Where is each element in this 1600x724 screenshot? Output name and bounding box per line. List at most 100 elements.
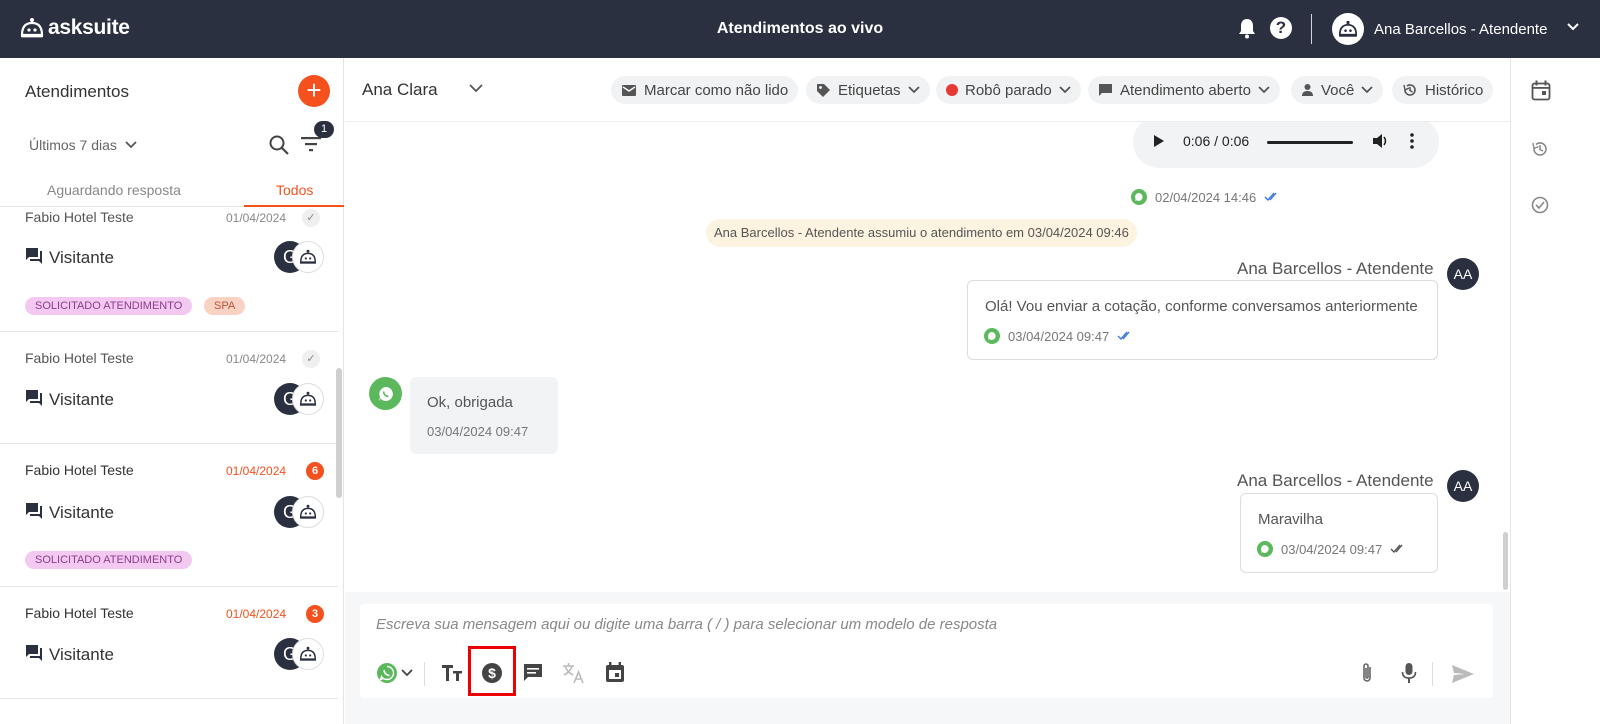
audio-time: 0:06 / 0:06	[1183, 133, 1250, 149]
whatsapp-icon	[377, 663, 397, 683]
double-check-icon	[1390, 544, 1403, 554]
user-avatar[interactable]	[1332, 13, 1364, 45]
volume-icon[interactable]	[1371, 132, 1389, 150]
top-bar: asksuite Atendimentos ao vivo ? Ana Barc…	[0, 0, 1600, 58]
tag-icon	[817, 83, 830, 97]
bot-icon	[299, 504, 317, 519]
message-time: 03/04/2024 09:47	[1281, 541, 1383, 557]
conversation-item[interactable]: Fabio Hotel Teste 01/04/2024 3 Visitante…	[0, 587, 338, 699]
asksuite-logo[interactable]: asksuite	[20, 16, 130, 40]
chevron-down-icon	[1059, 86, 1071, 94]
message-icon	[1099, 83, 1112, 96]
outgoing-message: Maravilha 03/04/2024 09:47	[1240, 493, 1438, 573]
tag-badge: SOLICITADO ATENDIMENTO	[25, 297, 193, 315]
visitor-label: Visitante	[49, 503, 114, 522]
agent-avatar: AA	[1447, 470, 1479, 502]
tags-button[interactable]: Etiquetas	[806, 76, 930, 104]
chevron-down-icon	[1361, 86, 1374, 94]
logo-text: asksuite	[48, 16, 130, 39]
conversation-list-scrollbar[interactable]	[336, 368, 342, 498]
microphone-icon[interactable]	[1401, 662, 1417, 684]
bell-icon[interactable]	[1237, 17, 1257, 39]
history-label: Histórico	[1425, 81, 1484, 99]
play-icon[interactable]	[1153, 134, 1165, 148]
more-options-icon[interactable]	[1410, 132, 1414, 150]
visitor-label: Visitante	[49, 248, 114, 267]
channel-selector[interactable]	[376, 662, 413, 684]
message-text: Maravilha	[1258, 511, 1324, 528]
conversation-name: Fabio Hotel Teste	[25, 605, 134, 621]
add-conversation-button[interactable]: +	[298, 75, 330, 107]
attachment-icon[interactable]	[1360, 662, 1374, 684]
conversation-date: 01/04/2024	[226, 211, 287, 225]
conversation-item[interactable]: Fabio Hotel Teste 01/04/2024 ✓ Visitante…	[0, 207, 338, 332]
translate-icon[interactable]	[562, 662, 586, 684]
chat-icon	[26, 390, 42, 406]
whatsapp-icon	[378, 386, 393, 401]
history-icon[interactable]	[1531, 140, 1549, 158]
read-check-icon: ✓	[302, 209, 320, 227]
bot-logo-icon	[20, 18, 44, 38]
chat-header: Ana Clara Marcar como não lido Etiquetas…	[345, 58, 1510, 122]
conversation-name: Fabio Hotel Teste	[25, 462, 134, 478]
user-name[interactable]: Ana Barcellos - Atendente	[1374, 21, 1547, 38]
chat-icon	[26, 503, 42, 519]
audio-progress-bar[interactable]	[1267, 141, 1353, 144]
history-button[interactable]: Histórico	[1392, 76, 1494, 104]
contact-name[interactable]: Ana Clara	[362, 80, 438, 100]
message-time: 03/04/2024 09:47	[427, 424, 529, 439]
message-text: Olá! Vou enviar a cotação, conforme conv…	[985, 298, 1418, 315]
tags-label: Etiquetas	[838, 81, 901, 99]
chevron-down-icon	[125, 141, 137, 149]
assignee-button[interactable]: Você	[1291, 76, 1384, 104]
system-message: Ana Barcellos - Atendente assumiu o aten…	[706, 219, 1137, 247]
message-meta: 03/04/2024 09:47	[984, 328, 1133, 344]
agent-avatar: AA	[1447, 258, 1479, 290]
conversation-name: Fabio Hotel Teste	[25, 350, 134, 366]
calendar-icon[interactable]	[605, 662, 625, 683]
robot-status-label: Robô parado	[965, 81, 1052, 99]
send-icon[interactable]	[1451, 664, 1475, 684]
message-input[interactable]	[376, 616, 1476, 633]
conversation-item[interactable]: Fabio Hotel Teste 01/04/2024 ✓ Visitante…	[0, 332, 338, 444]
unread-count-badge: 6	[306, 462, 324, 480]
unread-count-badge: 3	[306, 605, 324, 623]
conversation-date: 01/04/2024	[226, 464, 287, 478]
mark-unread-button[interactable]: Marcar como não lido	[611, 76, 799, 104]
sender-name: Ana Barcellos - Atendente	[1237, 471, 1434, 490]
bot-icon	[299, 391, 317, 406]
check-circle-icon[interactable]	[1531, 196, 1549, 214]
quick-reply-icon[interactable]	[523, 663, 543, 683]
chevron-down-icon	[401, 669, 413, 677]
attendance-status-label: Atendimento aberto	[1120, 81, 1251, 99]
message-meta: 03/04/2024 09:47	[427, 424, 528, 439]
message-time: 02/04/2024 14:46	[1155, 189, 1257, 205]
outgoing-message: Olá! Vou enviar a cotação, conforme conv…	[967, 280, 1438, 360]
search-icon[interactable]	[268, 134, 290, 156]
robot-status-button[interactable]: Robô parado	[936, 76, 1081, 104]
bot-avatar	[292, 383, 324, 415]
assignee-label: Você	[1321, 81, 1355, 99]
tab-all[interactable]: Todos	[276, 182, 313, 198]
whatsapp-icon	[1257, 541, 1273, 557]
help-icon[interactable]: ?	[1270, 17, 1292, 39]
calendar-icon[interactable]	[1531, 80, 1551, 101]
chevron-down-icon[interactable]	[469, 84, 483, 93]
tag-badge: SOLICITADO ATENDIMENTO	[25, 551, 193, 569]
audio-player[interactable]: 0:06 / 0:06	[1133, 122, 1439, 168]
tab-awaiting-response[interactable]: Aguardando resposta	[47, 182, 181, 198]
mail-icon	[622, 85, 636, 96]
bot-avatar	[292, 496, 324, 528]
filter-icon[interactable]	[300, 136, 322, 152]
period-filter[interactable]: Últimos 7 dias	[29, 137, 137, 153]
message-text: Ok, obrigada	[427, 394, 513, 411]
attendance-status-button[interactable]: Atendimento aberto	[1088, 76, 1280, 104]
header-divider	[1311, 14, 1312, 44]
chevron-down-icon[interactable]	[1566, 22, 1580, 32]
visitor-label: Visitante	[49, 645, 114, 664]
composer: $	[360, 604, 1493, 698]
chevron-down-icon	[907, 86, 920, 94]
text-format-icon[interactable]	[441, 664, 463, 682]
message-list-scrollbar[interactable]	[1503, 532, 1508, 590]
conversation-item[interactable]: Fabio Hotel Teste 01/04/2024 6 Visitante…	[0, 444, 338, 587]
